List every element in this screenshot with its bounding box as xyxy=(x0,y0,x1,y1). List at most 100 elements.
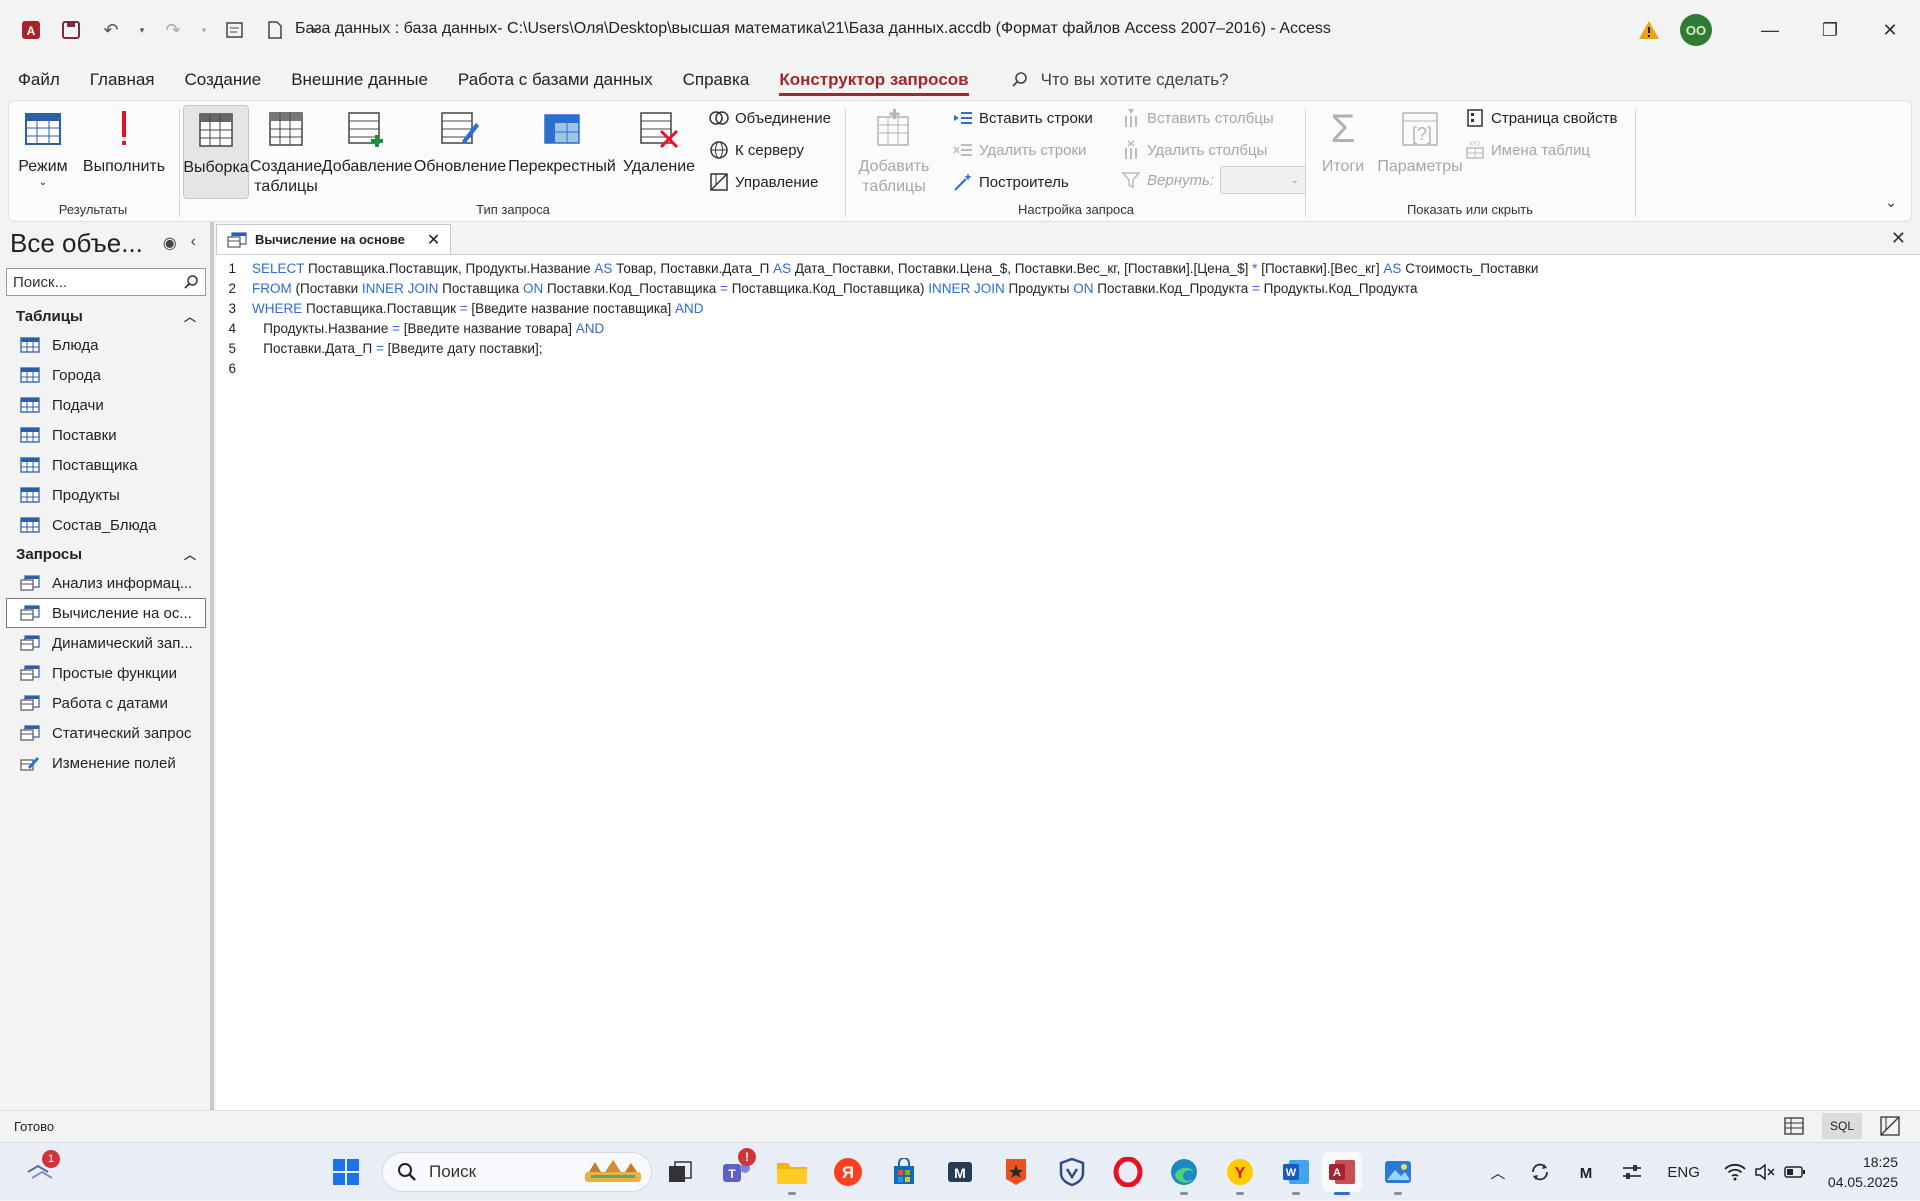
task-view-icon[interactable] xyxy=(660,1152,700,1192)
nav-query-item[interactable]: Изменение полей xyxy=(0,748,212,778)
access-taskbar-icon[interactable]: A xyxy=(1322,1152,1362,1195)
nav-table-item[interactable]: Состав_Блюда xyxy=(0,510,212,540)
close-document-icon[interactable]: ✕ xyxy=(1891,228,1906,249)
make-table-button[interactable]: Создание таблицы xyxy=(250,105,322,197)
mail-app-icon[interactable]: M xyxy=(940,1152,980,1192)
sql-line[interactable]: 5 Поставки.Дата_П = [Введите дату постав… xyxy=(216,341,542,361)
volume-muted-icon[interactable] xyxy=(1754,1163,1776,1181)
photos-icon[interactable] xyxy=(1378,1152,1418,1195)
nav-pane-splitter[interactable] xyxy=(210,222,214,1110)
teams-icon[interactable]: T ! xyxy=(716,1148,756,1192)
mail-tray-icon[interactable]: M xyxy=(1575,1162,1597,1182)
crosstab-query-button[interactable]: Перекрестный xyxy=(507,105,617,177)
update-query-button[interactable]: Обновление xyxy=(414,105,506,177)
nav-query-item-selected[interactable]: Вычисление на ос... xyxy=(6,598,206,628)
minimize-button[interactable]: — xyxy=(1740,0,1800,60)
taskbar-search-input[interactable]: Поиск xyxy=(382,1152,652,1192)
battery-icon[interactable] xyxy=(1784,1165,1806,1179)
save-icon[interactable] xyxy=(58,17,84,43)
totals-button[interactable]: Σ Итоги xyxy=(1313,105,1373,177)
wifi-icon[interactable] xyxy=(1724,1163,1746,1181)
ribbon-collapse-icon[interactable]: ⌄ xyxy=(1885,194,1897,211)
sql-editor[interactable]: 1 SELECT Поставщика.Поставщик, Продукты.Н… xyxy=(216,254,1920,1110)
yandex-browser-icon[interactable]: Y xyxy=(1220,1152,1260,1195)
widgets-icon[interactable]: 1 xyxy=(20,1150,60,1192)
nav-query-item[interactable]: Анализ информац... xyxy=(0,568,212,598)
property-sheet-button[interactable]: Страница свойств xyxy=(1465,105,1618,131)
sql-line[interactable]: 6 xyxy=(216,361,252,381)
tab-home[interactable]: Главная xyxy=(90,64,155,96)
store-icon[interactable] xyxy=(884,1152,924,1192)
sql-line[interactable]: 4 Продукты.Название = [Введите название … xyxy=(216,321,604,341)
close-tab-icon[interactable]: ✕ xyxy=(427,230,440,250)
nav-collapse-icon[interactable]: ‹ xyxy=(191,233,196,253)
badge-app-icon[interactable] xyxy=(996,1152,1036,1192)
clock[interactable]: 18:25 04.05.2025 xyxy=(1828,1152,1898,1192)
builder-button[interactable]: Построитель xyxy=(953,169,1069,195)
new-document-icon[interactable] xyxy=(262,17,288,43)
add-tables-button[interactable]: Добавить таблицы xyxy=(853,105,935,197)
nav-query-item[interactable]: Работа с датами xyxy=(0,688,212,718)
edge-icon[interactable] xyxy=(1164,1152,1204,1195)
nav-table-item[interactable]: Блюда xyxy=(0,330,212,360)
nav-query-item[interactable]: Простые функции xyxy=(0,658,212,688)
data-definition-button[interactable]: Управление xyxy=(709,169,818,195)
sql-view-button[interactable]: SQL xyxy=(1822,1113,1862,1139)
nav-table-item[interactable]: Поставщика xyxy=(0,450,212,480)
tab-external-data[interactable]: Внешние данные xyxy=(291,64,428,96)
undo-dropdown-icon[interactable]: ▾ xyxy=(138,17,146,43)
tab-database-tools[interactable]: Работа с базами данных xyxy=(458,64,653,96)
sync-icon[interactable] xyxy=(1529,1161,1551,1183)
tab-query-design[interactable]: Конструктор запросов xyxy=(779,64,969,96)
nav-section-tables[interactable]: Таблицы ︿ xyxy=(0,302,212,330)
nav-table-item[interactable]: Города xyxy=(0,360,212,390)
tab-help[interactable]: Справка xyxy=(683,64,750,96)
delete-rows-button[interactable]: Удалить строки xyxy=(953,137,1086,163)
file-explorer-icon[interactable] xyxy=(772,1152,812,1195)
design-view-icon[interactable] xyxy=(222,17,248,43)
tell-me-search[interactable]: Что вы хотите сделать? xyxy=(1011,70,1229,90)
run-button[interactable]: Выполнить xyxy=(81,105,167,177)
nav-query-item[interactable]: Динамический зап... xyxy=(0,628,212,658)
start-icon[interactable] xyxy=(326,1152,366,1192)
yandex-icon[interactable]: Я xyxy=(828,1152,868,1192)
document-tab[interactable]: Вычисление на основе ✕ xyxy=(216,224,452,254)
opera-icon[interactable] xyxy=(1108,1152,1148,1192)
nav-table-item[interactable]: Продукты xyxy=(0,480,212,510)
nav-search-input[interactable]: Поиск... xyxy=(6,268,206,296)
select-query-button[interactable]: Выборка xyxy=(183,105,249,199)
table-names-button[interactable]: XYZ Имена таблиц xyxy=(1465,137,1590,163)
sql-line[interactable]: 3 WHERE Поставщика.Поставщик = [Введите н… xyxy=(216,301,703,321)
sql-line[interactable]: 2 FROM (Поставки INNER JOIN Поставщика ON… xyxy=(216,281,1417,301)
settings-sliders-icon[interactable] xyxy=(1621,1162,1643,1182)
shield-icon[interactable] xyxy=(1052,1152,1092,1192)
sql-line[interactable]: 1 SELECT Поставщика.Поставщик, Продукты.Н… xyxy=(216,261,1538,281)
language-indicator[interactable]: ENG xyxy=(1667,1164,1700,1181)
redo-icon[interactable]: ↷ xyxy=(160,17,186,43)
nav-query-item[interactable]: Статический запрос xyxy=(0,718,212,748)
tab-file[interactable]: Файл xyxy=(18,64,60,96)
insert-rows-button[interactable]: Вставить строки xyxy=(953,105,1093,131)
datasheet-view-button[interactable] xyxy=(1774,1113,1814,1139)
parameters-button[interactable]: [?] Параметры xyxy=(1377,105,1463,177)
nav-table-item[interactable]: Поставки xyxy=(0,420,212,450)
warning-icon[interactable] xyxy=(1638,20,1660,40)
nav-title[interactable]: Все объе... xyxy=(10,228,143,259)
delete-columns-button[interactable]: Удалить столбцы xyxy=(1121,137,1267,163)
redo-dropdown-icon[interactable]: ▾ xyxy=(200,17,208,43)
return-combo[interactable]: ⌄ xyxy=(1220,166,1306,194)
delete-query-button[interactable]: Удаление xyxy=(621,105,697,177)
nav-menu-icon[interactable]: ◉ xyxy=(163,233,177,253)
pass-through-button[interactable]: К серверу xyxy=(709,137,804,163)
undo-icon[interactable]: ↶ xyxy=(98,17,124,43)
insert-columns-button[interactable]: Вставить столбцы xyxy=(1121,105,1274,131)
user-avatar[interactable]: OO xyxy=(1680,14,1712,46)
design-view-button[interactable] xyxy=(1870,1113,1910,1139)
tab-create[interactable]: Создание xyxy=(185,64,262,96)
word-icon[interactable]: W xyxy=(1276,1152,1316,1195)
nav-section-queries[interactable]: Запросы ︿ xyxy=(0,540,212,568)
append-query-button[interactable]: Добавление xyxy=(322,105,412,177)
nav-table-item[interactable]: Подачи xyxy=(0,390,212,420)
restore-button[interactable]: ❐ xyxy=(1800,0,1860,60)
view-mode-button[interactable]: Режим ⌄ xyxy=(15,105,71,189)
